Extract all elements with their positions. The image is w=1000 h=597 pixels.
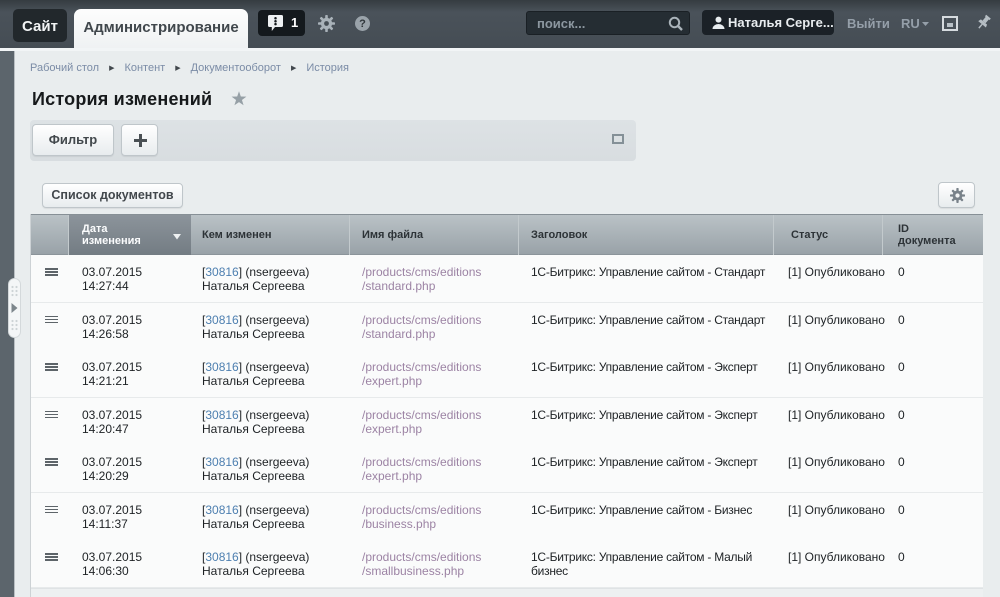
svg-text:?: ? <box>359 18 366 30</box>
